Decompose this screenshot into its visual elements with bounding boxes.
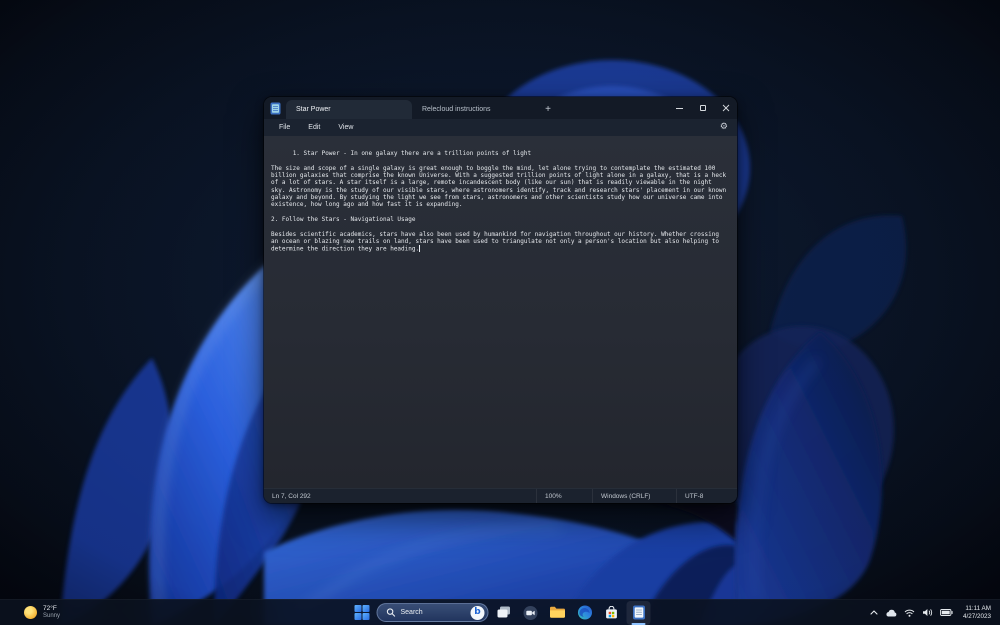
document-text: 1. Star Power - In one galaxy there are …	[271, 150, 727, 253]
menu-file[interactable]: File	[270, 119, 299, 136]
desktop: Star Power Relecloud instructions + File…	[0, 0, 1000, 625]
start-button[interactable]	[350, 601, 374, 625]
text-editor-area[interactable]: 1. Star Power - In one galaxy there are …	[264, 136, 737, 488]
search-box[interactable]: Search b	[376, 603, 489, 622]
notepad-titlebar[interactable]: Star Power Relecloud instructions +	[264, 97, 737, 119]
notepad-menubar: File Edit View ⚙	[264, 119, 737, 136]
store-bag-icon	[606, 605, 617, 618]
file-explorer-button[interactable]	[546, 601, 570, 625]
edge-button[interactable]	[573, 601, 597, 625]
plus-icon: +	[545, 103, 551, 115]
notepad-window: Star Power Relecloud instructions + File…	[264, 97, 737, 503]
notepad-taskbar-button[interactable]	[626, 600, 651, 625]
maximize-button[interactable]	[691, 97, 714, 119]
clock-time: 11:11 AM	[965, 604, 991, 612]
active-app-indicator	[631, 622, 646, 625]
weather-widget[interactable]: 72°F Sunny	[0, 600, 72, 625]
folder-icon	[550, 606, 565, 618]
search-placeholder: Search	[400, 609, 423, 616]
taskbar: 72°F Sunny Search b 11:11 AM 4/27/2023	[0, 599, 1000, 625]
task-view-icon	[497, 606, 510, 618]
notepad-icon	[632, 605, 645, 620]
weather-condition: Sunny	[43, 613, 61, 619]
maximize-icon	[699, 105, 706, 111]
system-tray: 11:11 AM 4/27/2023	[870, 600, 1000, 625]
weather-temperature: 72°F	[43, 605, 57, 612]
volume-icon[interactable]	[922, 608, 933, 617]
bing-icon[interactable]: b	[470, 605, 485, 620]
close-button[interactable]	[714, 97, 737, 119]
cursor-position: Ln 7, Col 292	[272, 492, 311, 500]
microsoft-store-button[interactable]	[600, 601, 624, 625]
tab-relecloud-instructions[interactable]: Relecloud instructions	[412, 100, 538, 119]
clock-date: 4/27/2023	[962, 612, 991, 620]
settings-gear-icon[interactable]: ⚙	[720, 119, 737, 136]
chat-button[interactable]	[519, 601, 543, 625]
new-tab-button[interactable]: +	[538, 100, 558, 119]
notepad-statusbar: Ln 7, Col 292 100% Windows (CRLF) UTF-8	[264, 488, 737, 503]
hidden-icons-chevron-icon[interactable]	[870, 610, 878, 615]
tab-label: Relecloud instructions	[422, 106, 491, 113]
zoom-level: 100%	[536, 489, 592, 503]
menu-edit[interactable]: Edit	[299, 119, 329, 136]
tab-label: Star Power	[296, 106, 331, 113]
minimize-icon	[676, 107, 683, 109]
windows-logo-icon	[354, 605, 369, 620]
taskbar-clock[interactable]: 11:11 AM 4/27/2023	[963, 605, 991, 620]
line-endings: Windows (CRLF)	[592, 489, 676, 503]
minimize-button[interactable]	[668, 97, 691, 119]
search-icon	[386, 608, 396, 617]
titlebar-drag-area[interactable]	[558, 97, 668, 119]
battery-icon[interactable]	[940, 609, 953, 616]
tab-star-power[interactable]: Star Power	[286, 100, 412, 119]
video-chat-icon	[523, 605, 538, 620]
notepad-app-icon	[264, 97, 286, 119]
text-caret	[419, 245, 421, 252]
onedrive-cloud-icon[interactable]	[885, 609, 897, 617]
menu-view[interactable]: View	[329, 119, 362, 136]
close-icon	[722, 104, 729, 112]
task-view-button[interactable]	[492, 601, 516, 625]
wifi-icon[interactable]	[904, 609, 915, 617]
encoding: UTF-8	[676, 489, 737, 503]
sun-icon	[24, 606, 37, 619]
edge-icon	[577, 605, 592, 620]
